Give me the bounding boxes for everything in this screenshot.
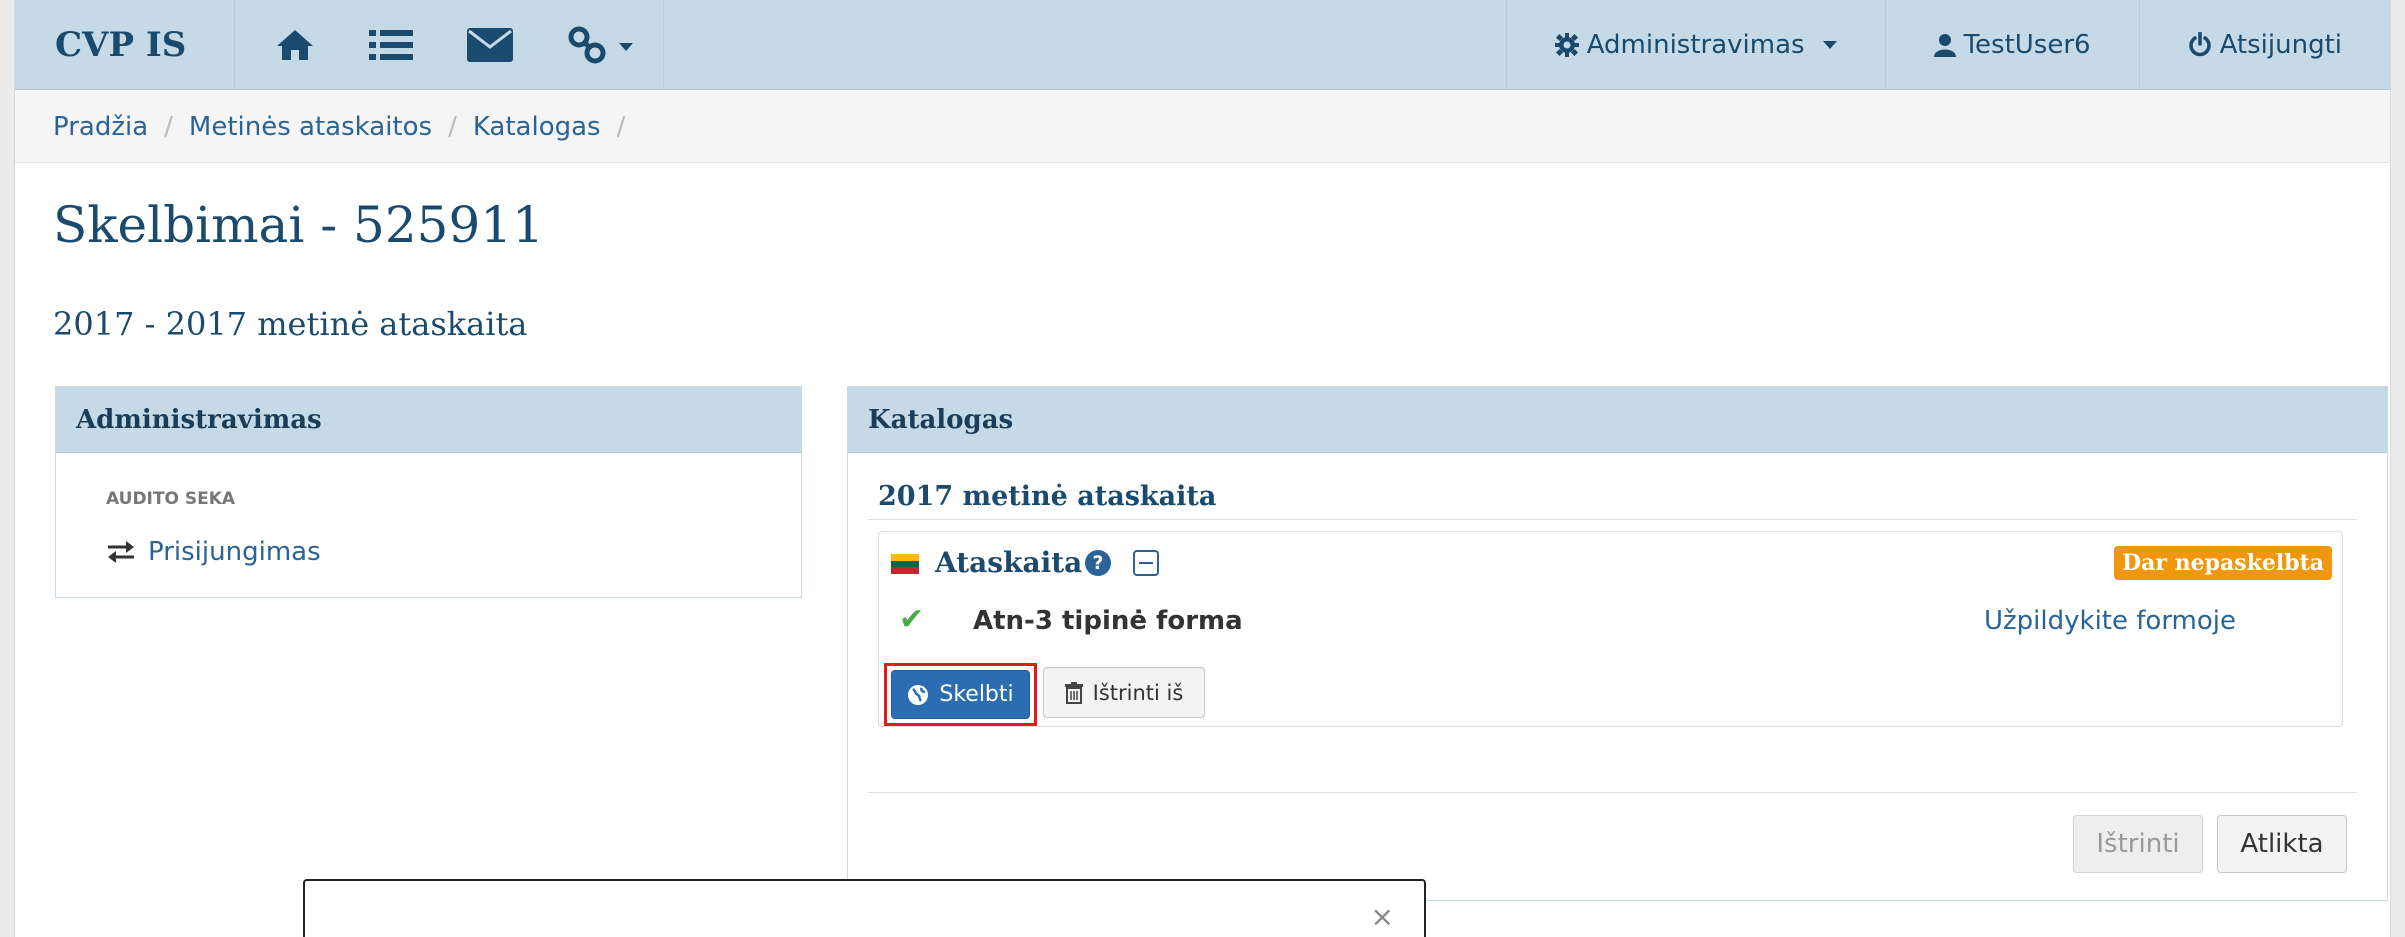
- breadcrumb-catalog[interactable]: Katalogas: [473, 112, 601, 142]
- list-icon[interactable]: [369, 28, 413, 62]
- page: CVP IS Administravimas TestUser6 Atsijun…: [14, 0, 2391, 937]
- logout-button[interactable]: Atsijungti: [2138, 0, 2390, 89]
- envelope-icon[interactable]: [467, 27, 513, 62]
- admin-panel: Administravimas AUDITO SEKA Prisijungima…: [55, 386, 802, 598]
- breadcrumb-separator: /: [448, 111, 457, 142]
- help-icon[interactable]: ?: [1085, 550, 1111, 576]
- audit-section-label: AUDITO SEKA: [106, 489, 236, 509]
- trash-icon: [1064, 681, 1083, 704]
- publish-button[interactable]: Skelbti: [891, 670, 1030, 719]
- breadcrumb-annual-reports[interactable]: Metinės ataskaitos: [189, 112, 432, 142]
- exchange-icon: [108, 541, 134, 563]
- login-audit-link[interactable]: Prisijungimas: [106, 537, 321, 567]
- top-navbar: CVP IS Administravimas TestUser6 Atsijun…: [15, 0, 2390, 90]
- catalog-panel-title: Katalogas: [848, 387, 2387, 453]
- collapse-icon[interactable]: [1133, 550, 1159, 576]
- nav-right-group: Administravimas TestUser6 Atsijungti: [1505, 0, 2390, 89]
- power-icon: [2188, 31, 2211, 56]
- page-subtitle: 2017 - 2017 metinė ataskaita: [53, 305, 528, 343]
- delete-from-button-label: Ištrinti iš: [1092, 680, 1184, 705]
- user-icon: [1933, 33, 1956, 57]
- gear-icon: [1554, 32, 1579, 57]
- catalog-subheading: 2017 metinė ataskaita: [878, 481, 1217, 512]
- caret-down-icon: [1822, 40, 1837, 49]
- divider: [868, 792, 2357, 793]
- globe-icon: [908, 684, 929, 705]
- catalog-panel: Katalogas 2017 metinė ataskaita Ataskait…: [847, 386, 2388, 901]
- admin-dropdown[interactable]: Administravimas: [1505, 0, 1885, 89]
- status-badge: Dar nepaskelbta: [2114, 546, 2332, 580]
- user-menu-label: TestUser6: [1963, 29, 2091, 60]
- check-icon: ✔: [899, 602, 925, 637]
- brand-logo[interactable]: CVP IS: [15, 0, 235, 89]
- login-audit-label: Prisijungimas: [148, 537, 321, 567]
- delete-button[interactable]: Ištrinti: [2073, 815, 2203, 873]
- admin-dropdown-label: Administravimas: [1586, 29, 1805, 60]
- link-icon[interactable]: [567, 25, 633, 65]
- modal-dialog: ×: [303, 879, 1426, 937]
- breadcrumb-home[interactable]: Pradžia: [53, 112, 148, 142]
- logout-label: Atsijungti: [2219, 29, 2342, 60]
- nav-icon-group: [235, 0, 664, 89]
- form-name: Atn-3 tipinė forma: [973, 606, 1243, 636]
- lithuania-flag-icon: [891, 554, 919, 574]
- home-icon[interactable]: [275, 28, 315, 62]
- divider: [868, 519, 2357, 520]
- breadcrumb-separator: /: [164, 111, 173, 142]
- admin-panel-title: Administravimas: [56, 387, 801, 453]
- page-title: Skelbimai - 525911: [53, 196, 544, 254]
- close-icon[interactable]: ×: [1371, 903, 1394, 931]
- done-button[interactable]: Atlikta: [2217, 815, 2347, 873]
- publish-button-label: Skelbti: [939, 682, 1014, 707]
- report-title: Ataskaita: [935, 546, 1083, 579]
- breadcrumb-separator: /: [616, 111, 626, 142]
- fill-in-form-link[interactable]: Užpildykite formoje: [1984, 606, 2236, 636]
- publish-highlight: Skelbti: [884, 663, 1037, 726]
- breadcrumb: Pradžia / Metinės ataskaitos / Katalogas…: [15, 91, 2390, 163]
- delete-from-button[interactable]: Ištrinti iš: [1043, 667, 1205, 718]
- report-card: Ataskaita ? Dar nepaskelbta ✔ Atn-3 tipi…: [878, 531, 2343, 727]
- user-menu[interactable]: TestUser6: [1884, 0, 2139, 89]
